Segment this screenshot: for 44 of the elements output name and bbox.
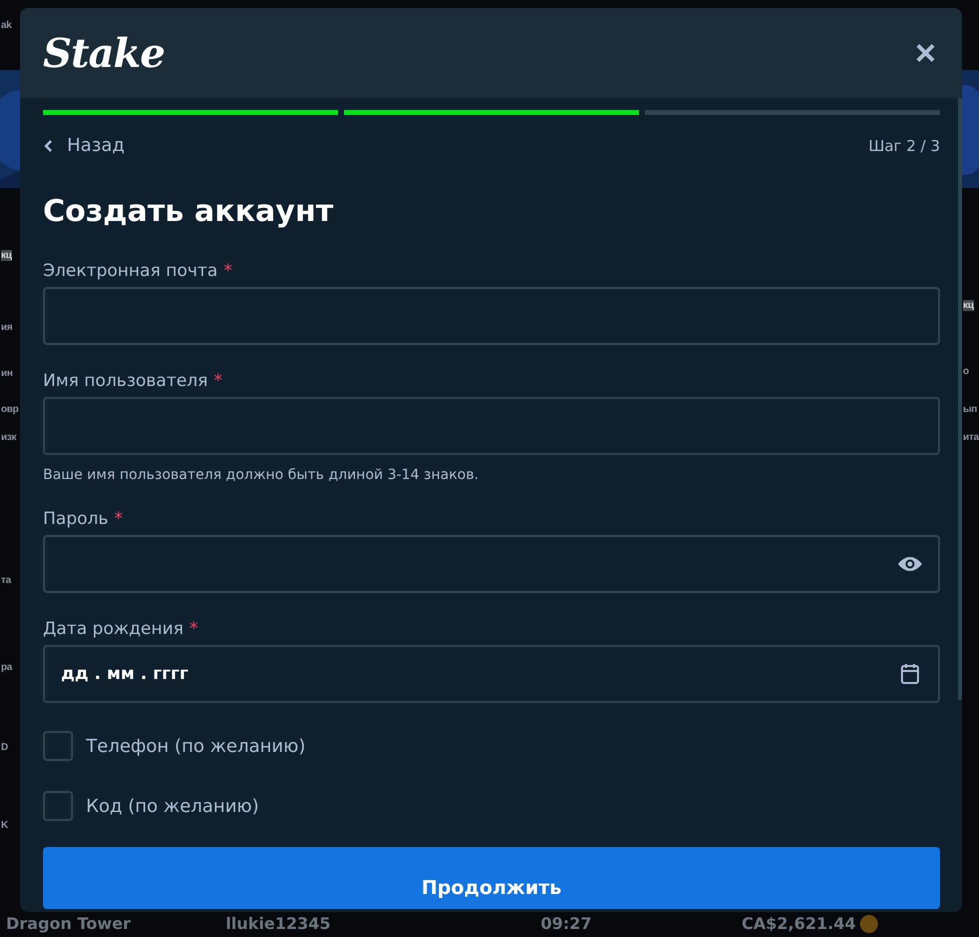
background-text: K: [1, 820, 8, 831]
input-field[interactable]: [43, 535, 940, 593]
logo: Stake: [43, 30, 164, 76]
background-text: ия: [1, 322, 12, 333]
required-mark: *: [224, 261, 232, 281]
input-field[interactable]: дд . мм . гггг: [43, 645, 940, 703]
background-text: ин: [1, 368, 13, 379]
table-cell: CA$2,621.44: [742, 914, 856, 933]
background-text: ра: [1, 662, 12, 673]
table-cell: 09:27: [540, 914, 592, 933]
required-mark: *: [190, 619, 198, 639]
close-button[interactable]: ×: [910, 35, 940, 71]
coin-icon: [860, 914, 878, 932]
background-text: D: [1, 742, 8, 753]
checkbox-label: Код (по желанию): [86, 796, 259, 816]
background-text: та: [1, 575, 11, 586]
scrollbar[interactable]: [958, 98, 962, 700]
input-field[interactable]: [43, 397, 940, 455]
checkbox[interactable]: [43, 731, 73, 761]
background-text: ak: [1, 20, 12, 31]
step-counter: Шаг 2 / 3: [868, 136, 940, 154]
table-cell: llukie12345: [226, 914, 331, 933]
dialog-title: Создать аккаунт: [43, 194, 334, 229]
field-hint: Ваше имя пользователя должно быть длиной 3-14 знаков.: [43, 467, 480, 483]
background-text: кц: [963, 300, 974, 311]
required-mark: *: [214, 371, 222, 391]
field-label: Дата рождения: [43, 619, 184, 639]
background-text: о: [963, 366, 969, 377]
field-label: Электронная почта: [43, 261, 218, 281]
background-text: ып: [963, 404, 977, 415]
background-text: кц: [1, 250, 12, 261]
chevron-left-icon: [43, 138, 53, 152]
checkbox-label: Телефон (по желанию): [86, 736, 306, 756]
field-label: Пароль: [43, 509, 108, 529]
continue-button[interactable]: Продолжить: [43, 847, 940, 909]
input-field[interactable]: [43, 287, 940, 345]
checkbox[interactable]: [43, 791, 73, 821]
table-cell: Dragon Tower: [6, 914, 131, 933]
background-text: овр: [1, 404, 18, 415]
back-button[interactable]: Назад: [43, 135, 125, 156]
required-mark: *: [114, 509, 123, 529]
field-label: Имя пользователя: [43, 371, 208, 391]
background-text: изк: [1, 432, 16, 443]
background-text: ита: [963, 432, 979, 443]
